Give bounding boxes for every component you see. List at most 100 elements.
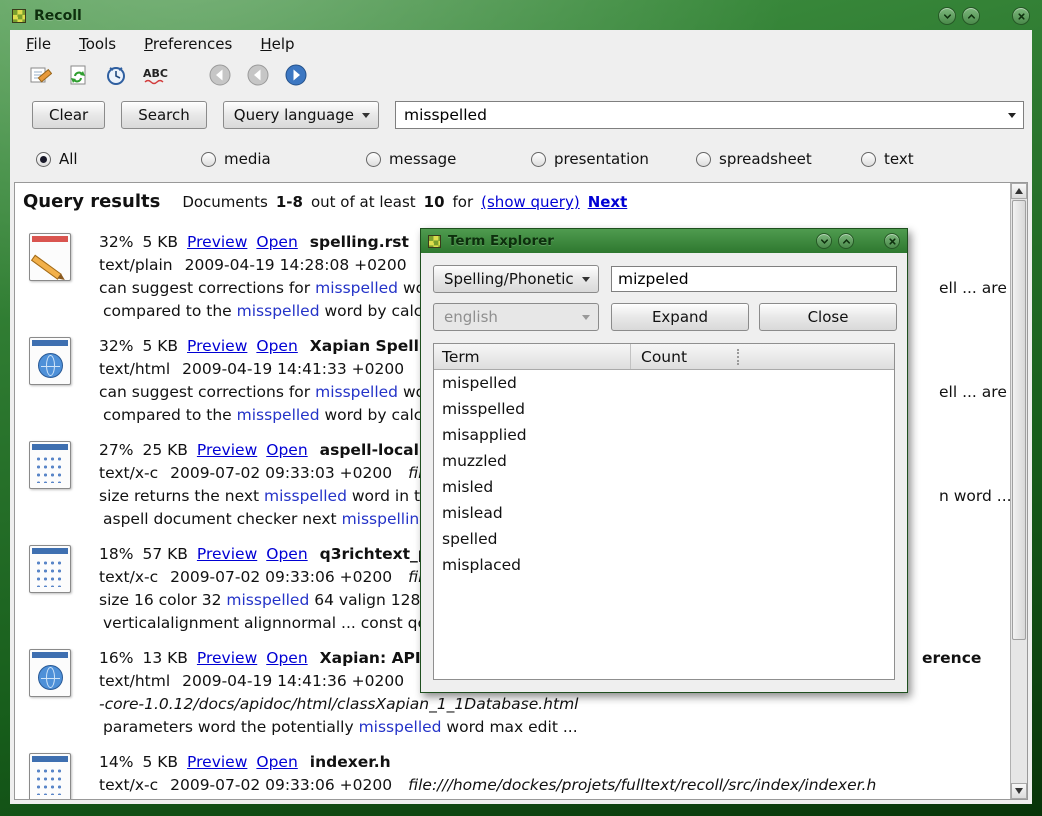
doc-title: indexer.h xyxy=(310,753,391,771)
open-link[interactable]: Open xyxy=(256,753,297,771)
clear-search-button[interactable] xyxy=(24,60,56,90)
search-button[interactable]: Search xyxy=(121,101,207,129)
prev-page-button[interactable] xyxy=(242,60,274,90)
window-title: Recoll xyxy=(34,8,82,24)
relevance-percent: 32% xyxy=(99,337,133,355)
term-row[interactable]: spelled xyxy=(434,526,894,552)
term-explorer-dialog: Term Explorer Spelling/Phonetic english … xyxy=(420,228,908,693)
column-header-count[interactable]: Count xyxy=(631,344,894,369)
doc-size: 5 KB xyxy=(142,233,178,251)
column-resize-handle[interactable] xyxy=(737,349,739,365)
expand-button[interactable]: Expand xyxy=(611,303,749,331)
unshade-button[interactable] xyxy=(838,233,854,249)
category-filter-row: All media message presentation spreadshe… xyxy=(10,140,1032,178)
term-explorer-button[interactable]: ABC xyxy=(138,60,176,90)
preview-link[interactable]: Preview xyxy=(197,649,257,667)
term-row[interactable]: mislead xyxy=(434,500,894,526)
doc-size: 25 KB xyxy=(142,441,187,459)
filter-radio-text[interactable]: text xyxy=(861,150,1026,168)
dropdown-arrow-icon xyxy=(362,113,370,118)
relevance-percent: 18% xyxy=(99,545,133,563)
snippet-fragment: ell ... are xyxy=(939,277,1007,300)
shade-button[interactable] xyxy=(816,233,832,249)
term-row[interactable]: misplaced xyxy=(434,552,894,578)
dropdown-arrow-icon[interactable] xyxy=(1008,113,1016,118)
query-input[interactable] xyxy=(396,106,1023,124)
open-link[interactable]: Open xyxy=(266,545,307,563)
mime-type: text/x-c xyxy=(99,776,158,794)
html-file-icon xyxy=(29,649,71,697)
show-query-link[interactable]: (show query) xyxy=(481,193,580,211)
document-refresh-button[interactable] xyxy=(62,60,94,90)
vertical-scrollbar[interactable] xyxy=(1010,183,1027,799)
query-language-select[interactable]: Query language xyxy=(223,101,379,129)
dialog-body: Spelling/Phonetic english Expand Close T… xyxy=(421,253,907,692)
menu-preferences[interactable]: Preferences xyxy=(140,33,236,55)
open-link[interactable]: Open xyxy=(266,441,307,459)
scrollbar-thumb[interactable] xyxy=(1012,200,1026,640)
filter-radio-spreadsheet[interactable]: spreadsheet xyxy=(696,150,861,168)
radio-icon xyxy=(531,152,546,167)
term-row[interactable]: misspelled xyxy=(434,396,894,422)
column-header-term[interactable]: Term xyxy=(434,344,631,369)
next-page-button[interactable] xyxy=(280,60,312,90)
preview-link[interactable]: Preview xyxy=(197,441,257,459)
relevance-percent: 16% xyxy=(99,649,133,667)
close-window-button[interactable] xyxy=(1012,7,1030,25)
close-button[interactable]: Close xyxy=(759,303,897,331)
preview-link[interactable]: Preview xyxy=(187,753,247,771)
clear-button[interactable]: Clear xyxy=(32,101,105,129)
preview-link[interactable]: Preview xyxy=(187,233,247,251)
language-select: english xyxy=(433,303,599,331)
term-input[interactable] xyxy=(611,266,897,292)
preview-link[interactable]: Preview xyxy=(197,545,257,563)
doc-title: Xapian Spelli xyxy=(310,337,424,355)
clear-search-icon xyxy=(28,63,52,87)
doc-title: aspell-local. xyxy=(320,441,425,459)
next-page-link[interactable]: Next xyxy=(588,193,628,211)
doc-history-button[interactable] xyxy=(100,60,132,90)
relevance-percent: 14% xyxy=(99,753,133,771)
term-row[interactable]: muzzled xyxy=(434,448,894,474)
radio-icon xyxy=(861,152,876,167)
query-combo[interactable] xyxy=(395,101,1024,129)
unshade-button[interactable] xyxy=(962,7,980,25)
title-fragment: erence xyxy=(922,647,981,670)
open-link[interactable]: Open xyxy=(256,233,297,251)
doc-date: 2009-07-02 09:33:03 +0200 xyxy=(170,464,392,482)
open-link[interactable]: Open xyxy=(256,337,297,355)
first-page-arrow-icon xyxy=(207,62,233,88)
shade-button[interactable] xyxy=(938,7,956,25)
filter-radio-message[interactable]: message xyxy=(366,150,531,168)
menu-file[interactable]: File xyxy=(22,33,55,55)
first-page-button[interactable] xyxy=(204,60,236,90)
main-titlebar[interactable]: Recoll xyxy=(12,4,1030,28)
scroll-up-button[interactable] xyxy=(1011,183,1027,199)
filter-radio-all[interactable]: All xyxy=(36,150,201,168)
open-link[interactable]: Open xyxy=(266,649,307,667)
filter-radio-presentation[interactable]: presentation xyxy=(531,150,696,168)
recoll-app-icon xyxy=(12,9,26,23)
search-row: Clear Search Query language xyxy=(10,96,1032,134)
doc-size: 5 KB xyxy=(142,753,178,771)
preview-link[interactable]: Preview xyxy=(187,337,247,355)
radio-icon xyxy=(36,152,51,167)
filter-radio-media[interactable]: media xyxy=(201,150,366,168)
highlighted-term: misspelled xyxy=(315,279,398,297)
source-file-icon xyxy=(29,753,71,799)
highlighted-term: misspelled xyxy=(264,487,347,505)
close-dialog-button[interactable] xyxy=(884,233,900,249)
radio-icon xyxy=(366,152,381,167)
scroll-down-button[interactable] xyxy=(1011,783,1027,799)
dialog-titlebar[interactable]: Term Explorer xyxy=(421,229,907,253)
term-row[interactable]: misapplied xyxy=(434,422,894,448)
snippet-line: -core-1.0.12/docs/apidoc/html/classXapia… xyxy=(99,693,1010,716)
menu-tools[interactable]: Tools xyxy=(75,33,120,55)
mime-type: text/x-c xyxy=(99,464,158,482)
term-row[interactable]: mispelled xyxy=(434,370,894,396)
doc-title: Xapian: API xyxy=(320,649,421,667)
doc-date: 2009-04-19 14:41:36 +0200 xyxy=(182,672,404,690)
term-row[interactable]: misled xyxy=(434,474,894,500)
term-match-type-select[interactable]: Spelling/Phonetic xyxy=(433,265,599,293)
menu-help[interactable]: Help xyxy=(256,33,298,55)
